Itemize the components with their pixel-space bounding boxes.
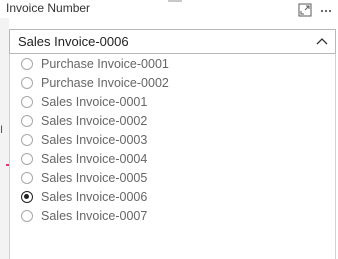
radio-button[interactable] <box>21 152 33 165</box>
option-sales-invoice-0001[interactable]: Sales Invoice-0001 <box>10 92 335 111</box>
option-purchase-invoice-0002[interactable]: Purchase Invoice-0002 <box>10 73 335 92</box>
option-label: Sales Invoice-0001 <box>41 94 148 109</box>
radio-button[interactable] <box>21 209 33 222</box>
option-label: Sales Invoice-0007 <box>41 208 148 223</box>
slicer-title: Invoice Number <box>6 1 91 15</box>
focus-mode-icon[interactable] <box>296 1 314 19</box>
option-label: Sales Invoice-0005 <box>41 170 148 185</box>
option-sales-invoice-0006[interactable]: Sales Invoice-0006 <box>10 187 335 206</box>
option-label: Purchase Invoice-0001 <box>41 56 169 71</box>
option-sales-invoice-0007[interactable]: Sales Invoice-0007 <box>10 206 335 225</box>
option-sales-invoice-0003[interactable]: Sales Invoice-0003 <box>10 130 335 149</box>
option-label: Sales Invoice-0002 <box>41 113 148 128</box>
option-sales-invoice-0005[interactable]: Sales Invoice-0005 <box>10 168 335 187</box>
option-label: Sales Invoice-0004 <box>41 151 148 166</box>
radio-button-selected[interactable] <box>21 190 33 203</box>
dropdown-selected-value: Sales Invoice-0006 <box>18 34 129 49</box>
radio-button[interactable] <box>21 133 33 146</box>
option-label: Purchase Invoice-0002 <box>41 75 169 90</box>
radio-button[interactable] <box>21 171 33 184</box>
chevron-up-icon[interactable] <box>315 34 329 48</box>
radio-button[interactable] <box>21 114 33 127</box>
option-sales-invoice-0002[interactable]: Sales Invoice-0002 <box>10 111 335 130</box>
dropdown-options-list: Purchase Invoice-0001 Purchase Invoice-0… <box>9 54 336 259</box>
option-sales-invoice-0004[interactable]: Sales Invoice-0004 <box>10 149 335 168</box>
background-text-fragment: I <box>0 124 4 136</box>
option-label: Sales Invoice-0003 <box>41 132 148 147</box>
radio-button[interactable] <box>21 57 33 70</box>
background-strip <box>0 18 9 259</box>
radio-button[interactable] <box>21 76 33 89</box>
option-purchase-invoice-0001[interactable]: Purchase Invoice-0001 <box>10 54 335 73</box>
radio-button[interactable] <box>21 95 33 108</box>
invoice-dropdown[interactable]: Sales Invoice-0006 <box>9 29 336 54</box>
header-divider <box>168 0 182 2</box>
option-label: Sales Invoice-0006 <box>41 189 148 204</box>
more-options-icon[interactable] <box>317 1 335 19</box>
